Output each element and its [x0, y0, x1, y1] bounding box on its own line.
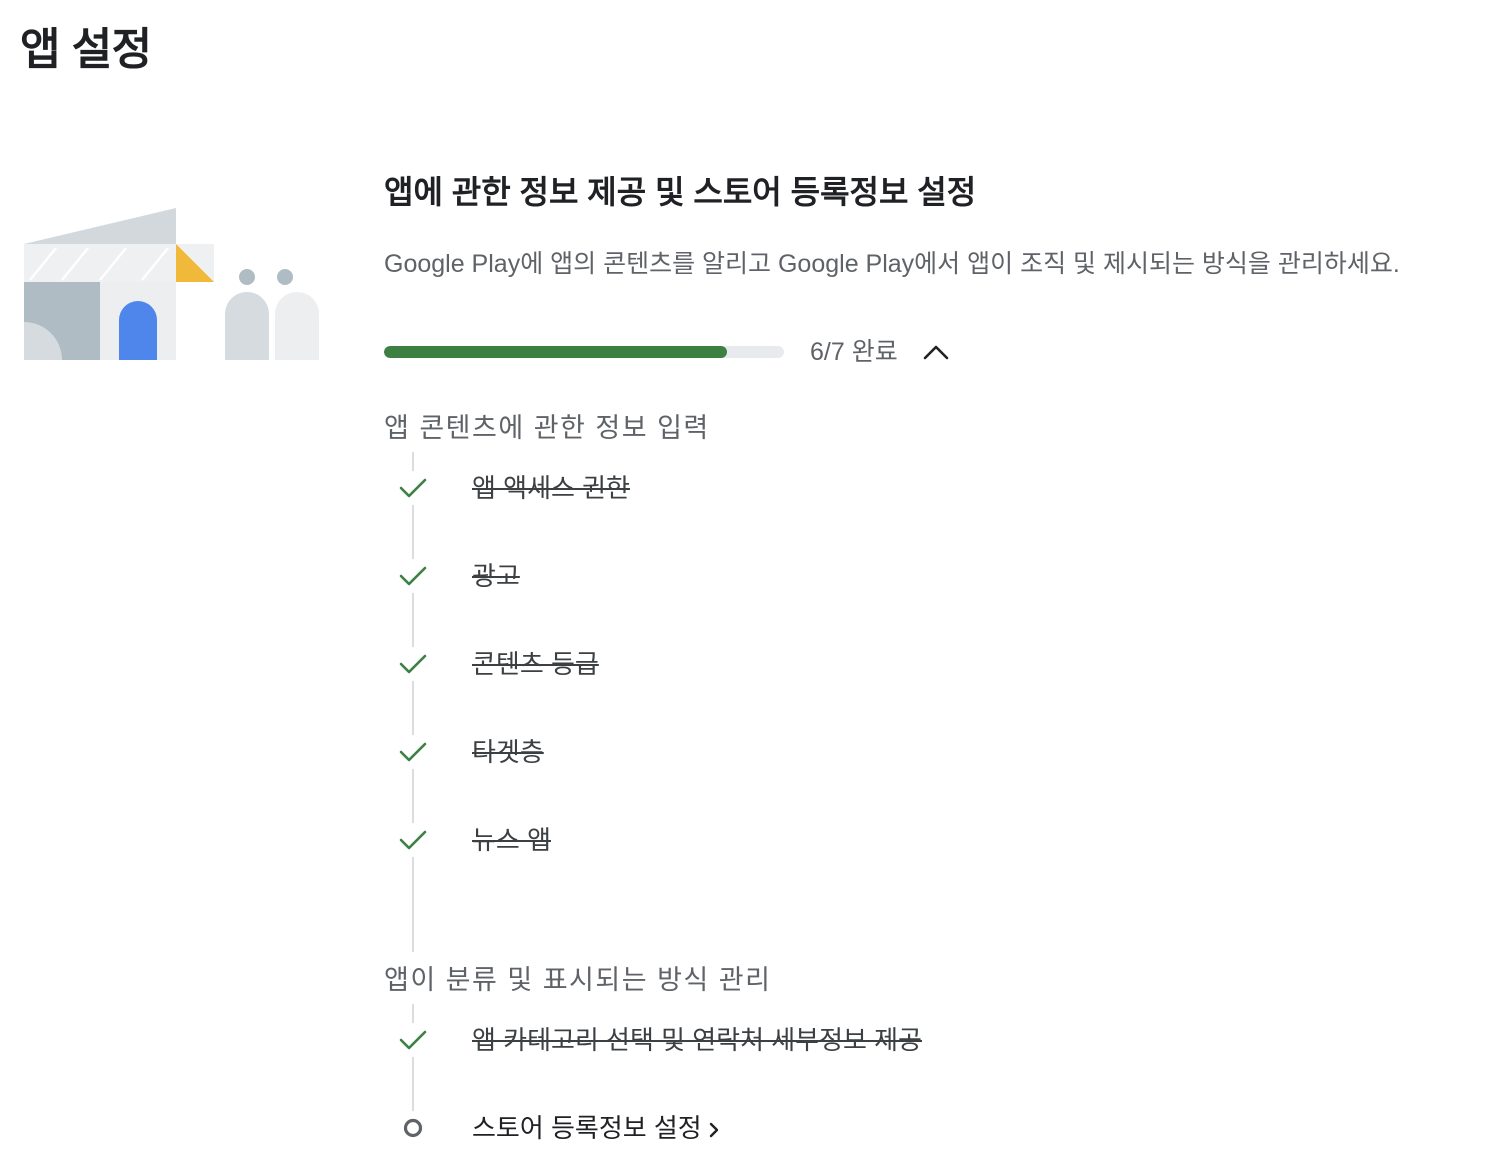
group-title-store-presence: 앱이 분류 및 표시되는 방식 관리: [384, 960, 778, 1000]
progress-bar: [384, 346, 784, 358]
timeline-line-group-1: [412, 452, 414, 952]
task-item[interactable]: 타겟층: [396, 732, 544, 772]
store-listing-link[interactable]: 스토어 등록정보 설정: [472, 1108, 720, 1148]
task-label: 뉴스 앱: [472, 825, 551, 855]
check-icon: [396, 1023, 430, 1057]
check-icon: [396, 647, 430, 681]
group-title-app-content: 앱 콘텐츠에 관한 정보 입력: [384, 408, 716, 448]
task-item[interactable]: 콘텐츠 등급: [396, 644, 599, 684]
illustration-door: [119, 301, 157, 360]
task-item[interactable]: 뉴스 앱: [396, 820, 551, 860]
task-item[interactable]: 앱 액세스 권한: [396, 468, 630, 508]
task-label: 콘텐츠 등급: [472, 649, 599, 679]
illustration-person-1-head: [239, 269, 255, 285]
setup-heading: 앱에 관한 정보 제공 및 스토어 등록정보 설정: [384, 174, 977, 210]
page-title: 앱 설정: [20, 25, 152, 74]
check-icon: [396, 735, 430, 769]
progress-label: 6/7 완료: [810, 338, 898, 366]
chevron-right-icon: [709, 1122, 718, 1138]
task-item[interactable]: 앱 카테고리 선택 및 연락처 세부정보 제공: [396, 1020, 922, 1060]
check-icon: [396, 559, 430, 593]
illustration-roof: [24, 208, 176, 244]
check-icon: [396, 823, 430, 857]
progress-bar-fill: [384, 346, 727, 358]
setup-illustration: [24, 208, 319, 360]
setup-description: Google Play에 앱의 콘텐츠를 알리고 Google Play에서 앱…: [384, 250, 1400, 278]
empty-circle-icon: [396, 1111, 430, 1145]
illustration-person-2: [275, 292, 319, 360]
chevron-up-icon: [923, 345, 949, 360]
illustration-person-2-head: [277, 269, 293, 285]
task-label: 앱 카테고리 선택 및 연락처 세부정보 제공: [472, 1025, 922, 1055]
illustration-person-1: [225, 292, 269, 360]
task-item-store-listing[interactable]: 스토어 등록정보 설정: [396, 1108, 720, 1148]
task-label: 타겟층: [472, 737, 544, 767]
task-label: 스토어 등록정보 설정: [472, 1113, 702, 1143]
task-label: 광고: [472, 561, 520, 591]
task-item[interactable]: 광고: [396, 556, 520, 596]
check-icon: [396, 471, 430, 505]
collapse-toggle-button[interactable]: [920, 336, 952, 368]
task-label: 앱 액세스 권한: [472, 473, 630, 503]
progress-row: 6/7 완료: [384, 330, 952, 374]
